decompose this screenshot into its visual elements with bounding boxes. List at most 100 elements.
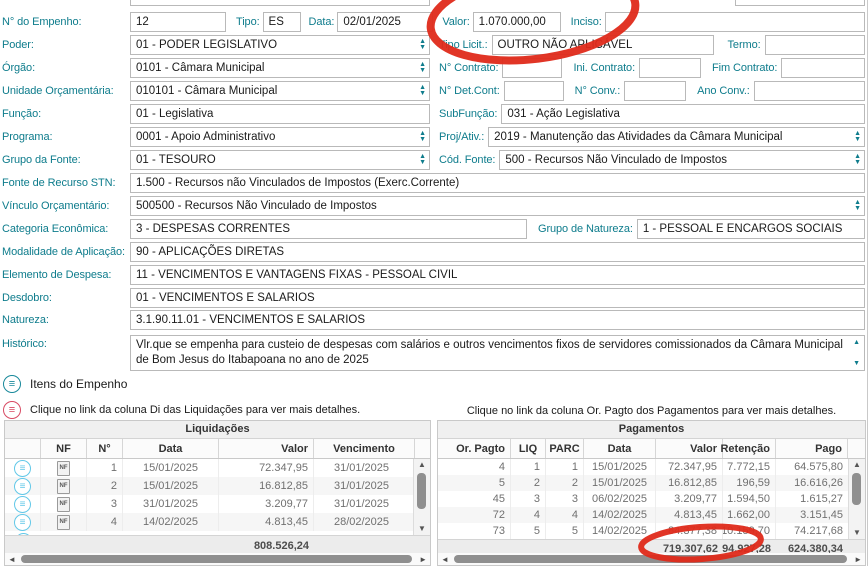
table-row[interactable]: ≡ NF 3 31/01/2025 3.209,77 31/01/2025 (5, 495, 430, 513)
cod-fonte-select[interactable]: 500 - Recursos Não Vinculado de Impostos… (499, 150, 865, 170)
spinner-icon[interactable]: ▲▼ (419, 39, 426, 51)
row-detail-icon-cell[interactable]: ≡ (5, 477, 41, 495)
scrollbar-thumb[interactable] (454, 555, 847, 563)
orgao-select[interactable]: 0101 - Câmara Municipal ▲▼ (130, 58, 430, 78)
grupo-fonte-select[interactable]: 01 - TESOURO ▲▼ (130, 150, 430, 170)
row-detail-icon-cell[interactable]: ≡ (5, 495, 41, 513)
scroll-up-icon[interactable]: ▲ (414, 459, 430, 471)
field-partial-top-right[interactable] (735, 0, 865, 6)
grupo-natureza-input[interactable]: 1 - PESSOAL E ENCARGOS SOCIAIS (637, 219, 865, 239)
liquidacoes-vscrollbar[interactable]: ▲ ▼ (413, 459, 430, 535)
or-pagto-link[interactable]: 72 (438, 507, 511, 523)
detail-list-icon[interactable]: ≡ (14, 496, 31, 513)
table-row[interactable]: 45 3 3 06/02/2025 3.209,77 1.594,50 1.61… (438, 491, 865, 507)
spinner-icon[interactable]: ▲▼ (419, 0, 426, 2)
nf-cell[interactable]: NF (41, 459, 87, 477)
scroll-left-icon[interactable]: ◄ (441, 553, 449, 565)
unidade-select[interactable]: 010101 - Câmara Municipal ▲▼ (130, 81, 430, 101)
detail-list-icon[interactable]: ≡ (14, 460, 31, 477)
vinculo-select[interactable]: 500500 - Recursos Não Vinculado de Impos… (130, 196, 865, 216)
spinner-icon[interactable]: ▲▼ (854, 200, 861, 212)
poder-select[interactable]: 01 - PODER LEGISLATIVO ▲▼ (130, 35, 430, 55)
detail-list-icon[interactable]: ≡ (14, 514, 31, 531)
or-pagto-link[interactable]: 4 (438, 459, 511, 475)
nf-cell[interactable]: NF (41, 477, 87, 495)
nf-document-icon[interactable]: NF (57, 461, 70, 476)
scrollbar-thumb[interactable] (21, 555, 412, 563)
nf-document-icon[interactable]: NF (57, 479, 70, 494)
modalidade-input[interactable]: 90 - APLICAÇÕES DIRETAS (130, 242, 865, 262)
empenho-screen: ▲▼ N° do Empenho: 12 Tipo: ES Data: 02/0… (0, 0, 868, 566)
spinner-icon[interactable]: ▲▼ (419, 62, 426, 74)
tipo-input[interactable]: ES (263, 12, 301, 32)
itens-list-icon[interactable]: ≡ (3, 375, 21, 393)
col-valor: Valor (219, 439, 314, 458)
scroll-down-icon[interactable]: ▼ (849, 527, 865, 539)
termo-input[interactable] (765, 35, 865, 55)
ano-conv-input[interactable] (754, 81, 865, 101)
table-row[interactable]: ≡ NF 1 15/01/2025 72.347,95 31/01/2025 (5, 459, 430, 477)
col-nf: NF (41, 439, 87, 458)
table-row[interactable]: ≡ NF 2 15/01/2025 16.812,85 31/01/2025 (5, 477, 430, 495)
pagamentos-hscrollbar[interactable]: ◄ ► (438, 553, 865, 565)
table-row[interactable]: 5 2 2 15/01/2025 16.812,85 196,59 16.616… (438, 475, 865, 491)
nf-document-icon[interactable]: NF (57, 515, 70, 530)
scroll-up-icon[interactable]: ▲ (853, 339, 860, 346)
empenho-input[interactable]: 12 (130, 12, 226, 32)
scroll-down-icon[interactable]: ▼ (414, 523, 430, 535)
subfuncao-input[interactable]: 031 - Ação Legislativa (501, 104, 865, 124)
n-det-cont-input[interactable] (504, 81, 564, 101)
historico-textarea[interactable]: Vlr.que se empenha para custeio de despe… (130, 335, 865, 371)
scroll-down-icon[interactable]: ▼ (853, 360, 860, 367)
funcao-input[interactable]: 01 - Legislativa (130, 104, 430, 124)
row-detail-icon-cell[interactable]: ≡ (5, 513, 41, 531)
n-contrato-input[interactable] (502, 58, 562, 78)
data-input[interactable]: 02/01/2025 (337, 12, 433, 32)
spinner-icon[interactable]: ▲▼ (419, 154, 426, 166)
row-elemento: Elemento de Despesa: 11 - VENCIMENTOS E … (0, 265, 865, 285)
nf-cell[interactable]: NF (41, 513, 87, 531)
field-partial-top-left[interactable]: ▲▼ (130, 0, 430, 6)
row-detail-icon-cell[interactable]: ≡ (5, 459, 41, 477)
table-row[interactable]: 73 5 5 14/02/2025 84.377,38 10.159,70 74… (438, 523, 865, 539)
spinner-icon[interactable]: ▲▼ (854, 154, 861, 166)
desdobro-input[interactable]: 01 - VENCIMENTOS E SALARIOS (130, 288, 865, 308)
liq-caption-list-icon[interactable]: ≡ (3, 401, 21, 419)
spinner-icon[interactable]: ▲▼ (419, 85, 426, 97)
table-row[interactable]: 4 1 1 15/01/2025 72.347,95 7.772,15 64.5… (438, 459, 865, 475)
programa-select[interactable]: 0001 - Apoio Administrativo ▲▼ (130, 127, 430, 147)
n-conv-input[interactable] (624, 81, 686, 101)
fonte-stn-input[interactable]: 1.500 - Recursos não Vinculados de Impos… (130, 173, 865, 193)
or-pagto-link[interactable]: 45 (438, 491, 511, 507)
scroll-left-icon[interactable]: ◄ (8, 553, 16, 565)
scroll-right-icon[interactable]: ► (419, 553, 427, 565)
valor-input[interactable]: 1.070.000,00 (473, 12, 561, 32)
table-row[interactable]: ≡ NF 4 14/02/2025 4.813,45 28/02/2025 (5, 513, 430, 531)
spinner-icon[interactable]: ▲▼ (419, 131, 426, 143)
scroll-up-icon[interactable]: ▲ (849, 459, 865, 471)
categoria-input[interactable]: 3 - DESPESAS CORRENTES (130, 219, 527, 239)
spinner-icon[interactable]: ▲▼ (854, 131, 861, 143)
or-pagto-link[interactable]: 5 (438, 475, 511, 491)
scrollbar-thumb[interactable] (417, 473, 426, 509)
table-row[interactable]: 72 4 4 14/02/2025 4.813,45 1.662,00 3.15… (438, 507, 865, 523)
nf-cell[interactable]: NF (41, 495, 87, 513)
liquidacoes-rows: ≡ NF 1 15/01/2025 72.347,95 31/01/2025 ≡… (5, 459, 430, 535)
proj-ativ-select[interactable]: 2019 - Manutenção das Atividades da Câma… (488, 127, 865, 147)
programa-label: Programa: (0, 131, 130, 143)
fim-contrato-input[interactable] (781, 58, 865, 78)
scrollbar-thumb[interactable] (852, 473, 861, 505)
or-pagto-link[interactable]: 73 (438, 523, 511, 539)
ini-contrato-input[interactable] (639, 58, 701, 78)
pagamentos-vscrollbar[interactable]: ▲ ▼ (848, 459, 865, 539)
num-cell: 4 (87, 513, 123, 531)
scroll-right-icon[interactable]: ► (854, 553, 862, 565)
data-cell: 15/01/2025 (123, 459, 219, 477)
elemento-input[interactable]: 11 - VENCIMENTOS E VANTAGENS FIXAS - PES… (130, 265, 865, 285)
liquidacoes-hscrollbar[interactable]: ◄ ► (5, 553, 430, 565)
natureza-input[interactable]: 3.1.90.11.01 - VENCIMENTOS E SALARIOS (130, 310, 865, 330)
inciso-input[interactable] (605, 12, 865, 32)
detail-list-icon[interactable]: ≡ (14, 478, 31, 495)
tipo-licit-input[interactable]: OUTRO NÃO APLICÁVEL (492, 35, 714, 55)
nf-document-icon[interactable]: NF (57, 497, 70, 512)
